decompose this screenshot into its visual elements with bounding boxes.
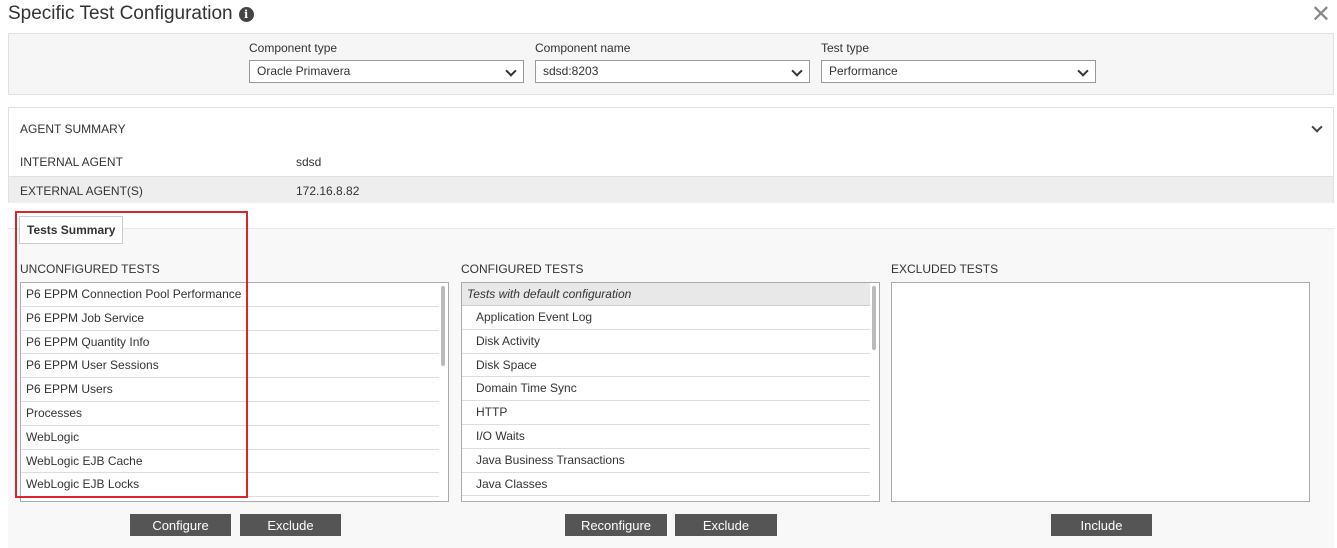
reconfigure-button[interactable]: Reconfigure — [565, 514, 667, 536]
component-name-label: Component name — [535, 41, 631, 55]
list-item[interactable]: P6 EPPM Quantity Info — [21, 331, 439, 355]
external-agent-label: EXTERNAL AGENT(S) — [20, 184, 143, 198]
info-icon[interactable]: i — [238, 6, 254, 22]
scrollbar[interactable] — [872, 286, 876, 350]
chevron-down-icon — [1077, 65, 1089, 77]
list-item[interactable]: WebLogic — [21, 426, 439, 450]
unconfigured-tests-title: UNCONFIGURED TESTS — [20, 262, 160, 276]
external-agent-row: EXTERNAL AGENT(S) 172.16.8.82 — [9, 176, 1333, 203]
configured-tests-title: CONFIGURED TESTS — [461, 262, 584, 276]
page-title-text: Specific Test Configuration — [8, 3, 233, 24]
excluded-tests-title: EXCLUDED TESTS — [891, 262, 999, 276]
component-name-value: sdsd:8203 — [543, 64, 599, 78]
list-item[interactable]: WebLogic EJB Locks — [21, 473, 439, 498]
list-item[interactable]: Disk Space — [462, 354, 870, 378]
component-type-field: Component type Oracle Primavera — [249, 41, 524, 83]
component-name-select[interactable]: sdsd:8203 — [535, 60, 810, 83]
agent-summary-panel: AGENT SUMMARY INTERNAL AGENT sdsd EXTERN… — [8, 107, 1334, 203]
close-icon[interactable]: ✕ — [1311, 2, 1331, 26]
list-item[interactable]: Domain Time Sync — [462, 377, 870, 402]
chevron-down-icon — [505, 65, 517, 77]
list-item[interactable]: P6 EPPM Users — [21, 378, 439, 402]
configured-tests-list[interactable]: Tests with default configuration Applica… — [461, 282, 880, 502]
list-item[interactable]: P6 EPPM Job Service — [21, 307, 439, 331]
component-type-label: Component type — [249, 41, 338, 55]
list-item[interactable]: WebLogic EJB Cache — [21, 450, 439, 474]
internal-agent-label: INTERNAL AGENT — [20, 155, 123, 169]
list-item[interactable]: Processes — [21, 402, 439, 426]
agent-summary-header: AGENT SUMMARY — [20, 122, 126, 136]
test-type-select[interactable]: Performance — [821, 60, 1096, 83]
list-item[interactable]: Java Business Transactions — [462, 449, 870, 473]
excluded-tests-list[interactable] — [891, 282, 1310, 502]
config-bar: Component type Oracle Primavera Componen… — [8, 33, 1334, 95]
list-group-header: Tests with default configuration — [462, 283, 870, 306]
internal-agent-value: sdsd — [296, 155, 322, 169]
list-item[interactable]: P6 EPPM User Sessions — [21, 354, 439, 379]
exclude-unconfigured-button[interactable]: Exclude — [240, 514, 341, 536]
internal-agent-row: INTERNAL AGENT sdsd — [9, 148, 1333, 175]
test-type-field: Test type Performance — [821, 41, 1096, 83]
list-item[interactable]: Java Classes — [462, 473, 870, 497]
scrollbar[interactable] — [441, 286, 445, 366]
component-type-select[interactable]: Oracle Primavera — [249, 60, 524, 83]
page-title: Specific Test Configuration i — [8, 3, 254, 25]
configure-button[interactable]: Configure — [130, 514, 231, 536]
chevron-down-icon[interactable] — [1311, 121, 1323, 133]
include-button[interactable]: Include — [1051, 514, 1152, 536]
component-type-value: Oracle Primavera — [257, 64, 351, 78]
unconfigured-tests-list[interactable]: P6 EPPM Connection Pool Performance P6 EP… — [20, 282, 449, 502]
list-item[interactable]: P6 EPPM Connection Pool Performance — [21, 283, 439, 307]
exclude-configured-button[interactable]: Exclude — [675, 514, 777, 536]
chevron-down-icon — [791, 65, 803, 77]
list-item[interactable]: Disk Activity — [462, 330, 870, 354]
test-type-value: Performance — [829, 64, 898, 78]
list-item[interactable]: HTTP — [462, 401, 870, 425]
tab-tests-summary[interactable]: Tests Summary — [19, 216, 124, 244]
component-name-field: Component name sdsd:8203 — [535, 41, 810, 83]
list-item[interactable]: Application Event Log — [462, 306, 870, 330]
list-item[interactable]: I/O Waits — [462, 425, 870, 449]
external-agent-value: 172.16.8.82 — [296, 184, 360, 198]
test-type-label: Test type — [821, 41, 870, 55]
